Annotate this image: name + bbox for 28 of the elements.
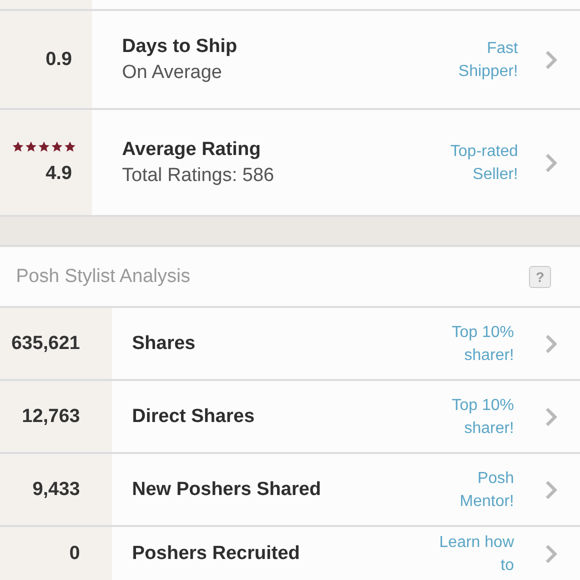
- badge-link[interactable]: Top 10% sharer!: [434, 320, 528, 366]
- chevron-right-icon: [545, 334, 557, 354]
- stat-title: Days to Ship: [122, 36, 238, 58]
- stat-label: Direct Shares: [132, 406, 255, 428]
- section-title: Posh Stylist Analysis: [16, 266, 190, 288]
- stat-value: 12,763: [22, 406, 80, 428]
- stat-value: 0: [69, 542, 80, 564]
- chevron-right-icon: [545, 50, 557, 70]
- stat-value: 0.9: [46, 48, 72, 70]
- stat-subtitle: On Average: [122, 62, 224, 84]
- badge-link[interactable]: Top 10% sharer!: [434, 394, 528, 440]
- chevron-right-icon: [545, 480, 557, 500]
- badge-link[interactable]: Top-rated Seller!: [428, 140, 528, 186]
- chevron-right-icon: [545, 544, 557, 564]
- stat-value: 9,433: [32, 478, 80, 500]
- stat-label: Poshers Recruited: [132, 542, 300, 564]
- badge-link[interactable]: Posh Mentor!: [434, 466, 528, 512]
- badge-link[interactable]: Learn how to: [434, 530, 528, 576]
- chevron-right-icon: [545, 152, 557, 172]
- badge-link[interactable]: Fast Shipper!: [428, 36, 528, 82]
- stat-title: Average Rating: [122, 138, 262, 160]
- stat-value: 4.9: [46, 162, 72, 184]
- help-icon[interactable]: ?: [529, 266, 551, 288]
- stat-label: New Poshers Shared: [132, 478, 322, 500]
- stat-subtitle: Total Ratings: 586: [122, 164, 276, 186]
- stat-label: Shares: [132, 332, 196, 354]
- stat-value: 635,621: [11, 332, 80, 354]
- chevron-right-icon: [545, 406, 557, 426]
